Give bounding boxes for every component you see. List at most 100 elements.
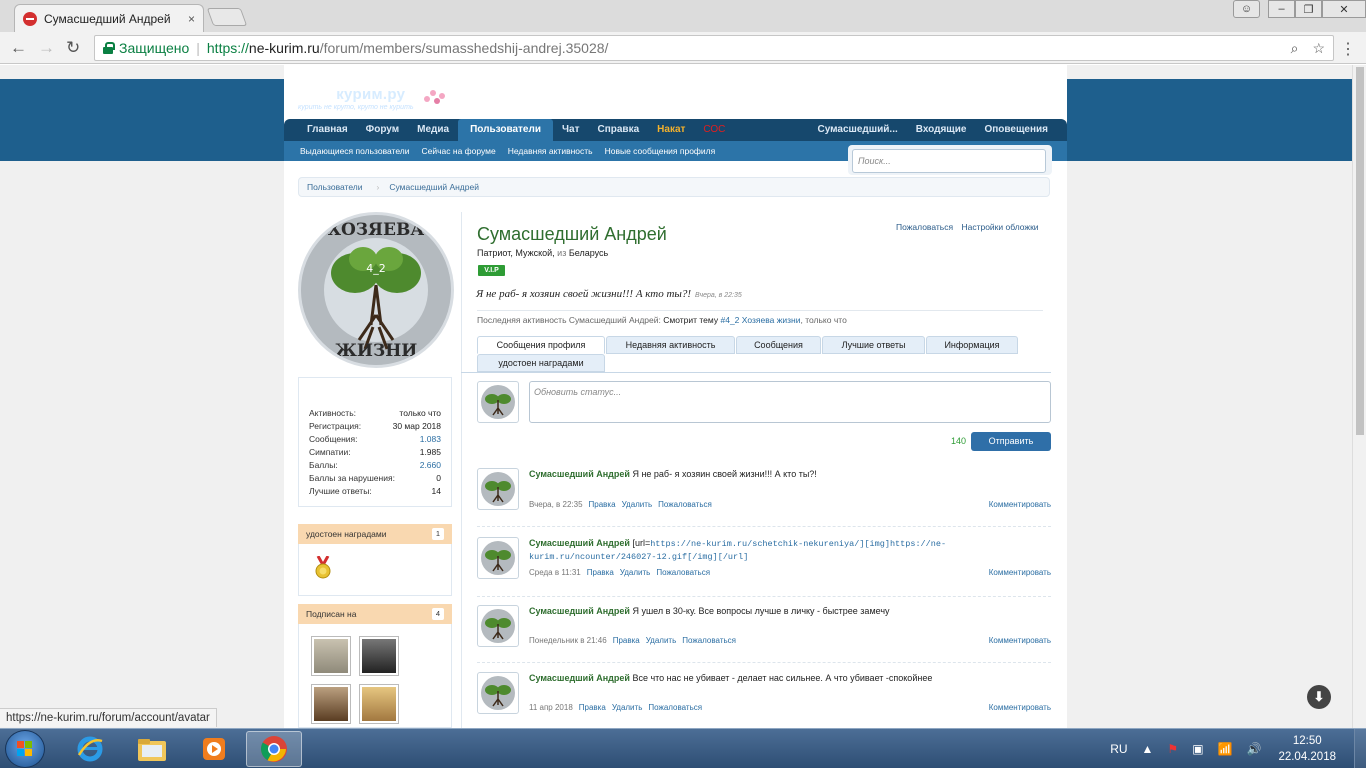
post-delete-link[interactable]: Удалить (622, 500, 653, 509)
post-comment-link[interactable]: Комментировать (989, 703, 1051, 712)
post-author[interactable]: Сумасшедший Андрей (529, 673, 630, 683)
close-tab-icon[interactable]: × (188, 12, 195, 26)
clock[interactable]: 12:50 22.04.2018 (1278, 733, 1336, 765)
bookmark-star-icon[interactable]: ☆ (1312, 40, 1325, 57)
breadcrumb-users[interactable]: Пользователи (307, 182, 362, 192)
browser-tab[interactable]: Сумасшедший Андрей × (14, 4, 204, 32)
nav-nakat[interactable]: Накат (648, 119, 694, 141)
tab-best-answers[interactable]: Лучшие ответы (822, 336, 925, 354)
following-avatar[interactable] (311, 684, 351, 724)
profile-avatar[interactable]: ХОЗЯЕВА 4_2 ЖИЗНИ (298, 212, 454, 368)
status-input[interactable]: Обновить статус... (529, 381, 1051, 423)
usb-device-icon[interactable]: ▣ (1192, 742, 1203, 756)
page-scrollbar[interactable] (1352, 65, 1366, 728)
site-logo[interactable]: Не ⊸ курим.ру курить не круто, круто не … (298, 86, 445, 111)
following-header[interactable]: Подписан на 4 (298, 604, 452, 624)
post-delete-link[interactable]: Удалить (612, 703, 643, 712)
post-author[interactable]: Сумасшедший Андрей (529, 469, 630, 479)
post-time[interactable]: Понедельник в 21:46 (529, 636, 607, 645)
stat-value[interactable]: 1.083 (420, 434, 441, 444)
search-input[interactable]: Поиск... (852, 149, 1046, 173)
forward-icon[interactable]: → (38, 38, 55, 58)
close-window-button[interactable]: ✕ (1322, 0, 1366, 18)
volume-icon[interactable]: 🔊 (1246, 742, 1261, 756)
subnav-new-posts[interactable]: Новые сообщения профиля (599, 146, 722, 156)
post-report-link[interactable]: Пожаловаться (656, 568, 710, 577)
nav-inbox[interactable]: Входящие (907, 119, 976, 141)
composer-avatar[interactable] (477, 381, 519, 423)
post-comment-link[interactable]: Комментировать (989, 500, 1051, 509)
awards-header[interactable]: удостоен наградами 1 (298, 524, 452, 544)
post-edit-link[interactable]: Правка (613, 636, 640, 645)
taskbar-ie[interactable] (62, 731, 118, 767)
tab-posts[interactable]: Сообщения (736, 336, 821, 354)
language-indicator[interactable]: RU (1110, 742, 1127, 756)
post-delete-link[interactable]: Удалить (646, 636, 677, 645)
nav-forum[interactable]: Форум (357, 119, 408, 141)
taskbar-explorer[interactable] (124, 731, 180, 767)
post-avatar[interactable] (477, 468, 519, 510)
new-tab-button[interactable] (206, 8, 248, 26)
post-comment-link[interactable]: Комментировать (989, 568, 1051, 577)
taskbar-media-player[interactable] (186, 731, 242, 767)
last-activity-topic[interactable]: #4_2 Хозяева жизни (720, 315, 800, 325)
nav-alerts[interactable]: Оповещения (975, 119, 1057, 141)
post-report-link[interactable]: Пожаловаться (648, 703, 702, 712)
post-author[interactable]: Сумасшедший Андрей (529, 606, 630, 616)
profile-post: Сумасшедший Андрей Все что нас не убивае… (477, 672, 1051, 722)
post-delete-link[interactable]: Удалить (620, 568, 651, 577)
subnav-recent[interactable]: Недавняя активность (502, 146, 599, 156)
start-button[interactable] (5, 730, 45, 768)
post-report-link[interactable]: Пожаловаться (682, 636, 736, 645)
tab-information[interactable]: Информация (926, 336, 1018, 354)
back-icon[interactable]: ← (10, 38, 27, 58)
scrollbar-thumb[interactable] (1356, 67, 1364, 435)
medal-icon[interactable] (315, 556, 331, 580)
tab-recent-activity[interactable]: Недавняя активность (606, 336, 735, 354)
report-link[interactable]: Пожаловаться (896, 222, 953, 232)
breadcrumb-current[interactable]: Сумасшедший Андрей (389, 182, 479, 192)
following-avatar[interactable] (311, 636, 351, 676)
show-desktop-button[interactable] (1354, 729, 1366, 768)
post-author[interactable]: Сумасшедший Андрей (529, 538, 630, 548)
reload-icon[interactable]: ↻ (66, 38, 80, 58)
show-hidden-icons[interactable]: ▲ (1142, 742, 1154, 756)
restore-button[interactable]: ❐ (1295, 0, 1322, 18)
url-input[interactable]: Защищено | https:// ne-kurim.ru /forum/m… (94, 35, 1334, 61)
stat-value[interactable]: 2.660 (420, 460, 441, 470)
user-profile-icon[interactable]: ☺ (1233, 0, 1260, 18)
tab-awards[interactable]: удостоен наградами (477, 354, 605, 372)
post-edit-link[interactable]: Правка (587, 568, 614, 577)
taskbar-chrome[interactable] (246, 731, 302, 767)
following-avatar[interactable] (359, 684, 399, 724)
post-time[interactable]: Вчера, в 22:35 (529, 500, 583, 509)
post-avatar[interactable] (477, 537, 519, 579)
nav-media[interactable]: Медиа (408, 119, 458, 141)
flag-alert-icon[interactable]: ⚑ (1167, 742, 1178, 756)
tab-profile-posts[interactable]: Сообщения профиля (477, 336, 605, 354)
cover-settings-link[interactable]: Настройки обложки (961, 222, 1038, 232)
subnav-online[interactable]: Сейчас на форуме (416, 146, 502, 156)
post-edit-link[interactable]: Правка (589, 500, 616, 509)
nav-sos[interactable]: СОС (694, 119, 734, 141)
browser-menu-icon[interactable]: ⋮ (1340, 39, 1356, 59)
network-signal-icon[interactable]: 📶 (1218, 742, 1233, 756)
scroll-down-icon[interactable]: ⬇ (1307, 685, 1331, 709)
nav-home[interactable]: Главная (298, 119, 357, 141)
send-button[interactable]: Отправить (971, 432, 1051, 451)
zoom-icon[interactable]: ⌕ (1291, 40, 1299, 57)
post-avatar[interactable] (477, 672, 519, 714)
nav-users[interactable]: Пользователи (458, 119, 553, 141)
post-avatar[interactable] (477, 605, 519, 647)
post-comment-link[interactable]: Комментировать (989, 636, 1051, 645)
nav-help[interactable]: Справка (589, 119, 649, 141)
post-time[interactable]: Среда в 11:31 (529, 568, 581, 577)
post-time[interactable]: 11 апр 2018 (529, 703, 573, 712)
post-edit-link[interactable]: Правка (579, 703, 606, 712)
nav-chat[interactable]: Чат (553, 119, 589, 141)
following-avatar[interactable] (359, 636, 399, 676)
post-report-link[interactable]: Пожаловаться (658, 500, 712, 509)
minimize-button[interactable]: – (1268, 0, 1295, 18)
nav-account[interactable]: Сумасшедший... (809, 119, 907, 141)
subnav-notable[interactable]: Выдающиеся пользователи (294, 146, 416, 156)
